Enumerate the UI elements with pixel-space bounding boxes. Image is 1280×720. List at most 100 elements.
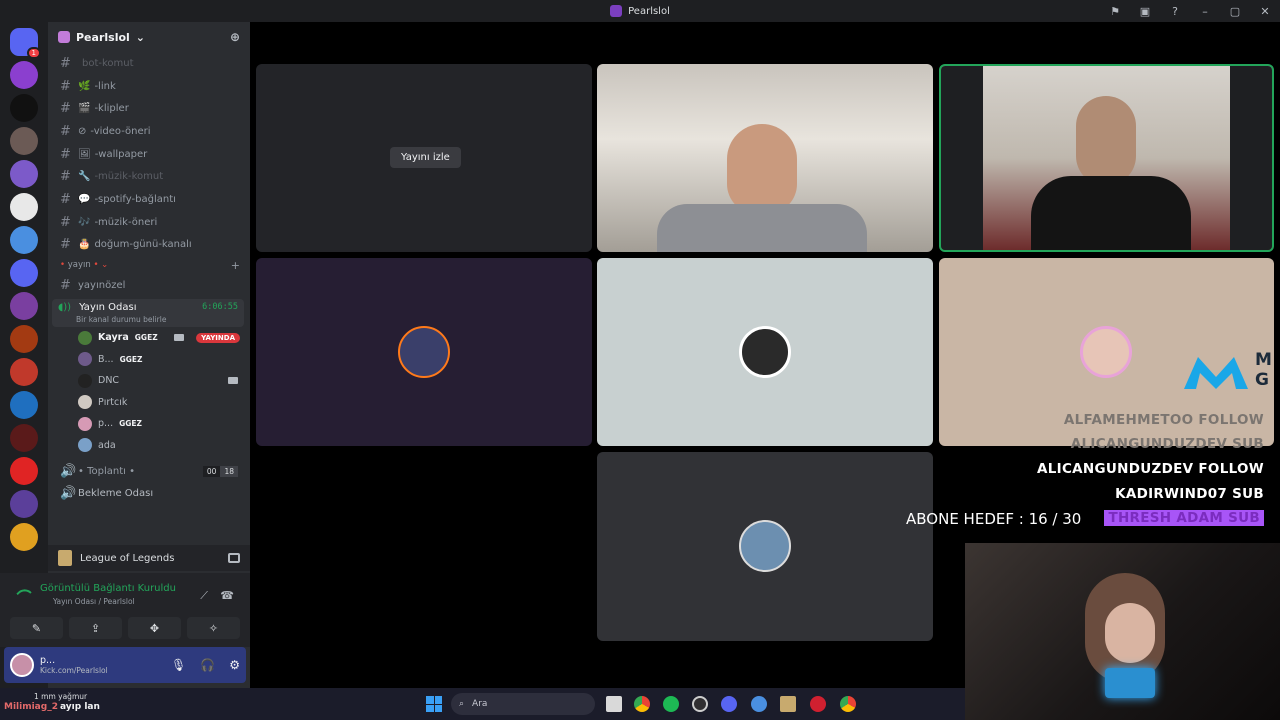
live-badge[interactable]: YAYINDA [196, 332, 240, 343]
channel-emoji: 🎬 [78, 103, 91, 115]
hash-icon: # [60, 169, 71, 185]
screen-icon[interactable]: ▣ [1130, 5, 1160, 18]
microphone-icon[interactable]: 🎙 [171, 658, 186, 672]
voice-user[interactable]: Pırtcık [48, 391, 250, 413]
voice-user-name: ada [98, 439, 116, 451]
text-channel[interactable]: # ⊘ -video-öneri [48, 120, 250, 143]
server-purple-icon[interactable] [10, 61, 38, 89]
channel-emoji: 🎂 [78, 239, 91, 251]
taskbar-search-input[interactable]: ⌕ Ara [451, 693, 595, 715]
server-relaxation-icon[interactable] [10, 424, 38, 452]
hash-icon: # [60, 191, 71, 207]
discord-home-icon[interactable]: 1 [10, 28, 41, 59]
activities-button[interactable]: ✥ [128, 617, 181, 639]
server-red-hair-icon[interactable] [10, 358, 38, 386]
watch-stream-button[interactable]: Yayını izle [390, 147, 461, 168]
server-r-icon[interactable] [10, 457, 38, 485]
chrome-alt-icon[interactable] [840, 696, 856, 712]
camera-off-button[interactable]: ✎ [10, 617, 63, 639]
avatar [78, 373, 92, 388]
server-neon-icon[interactable] [10, 391, 38, 419]
voice-tile-4[interactable] [597, 258, 933, 446]
guild-header[interactable]: Pearlslol ⌄ ⊕ [48, 22, 250, 52]
text-channel[interactable]: # bot-komut [48, 52, 250, 75]
close-button[interactable]: ✕ [1250, 5, 1280, 18]
text-channel[interactable]: # 🌿 -link [48, 75, 250, 98]
spotify-icon[interactable] [663, 696, 679, 712]
text-channel[interactable]: # 💬 -spotify-bağlantı [48, 188, 250, 211]
dot-icon: • [60, 260, 68, 271]
server-violet-icon[interactable] [10, 490, 38, 518]
chrome-icon[interactable] [634, 696, 650, 712]
help-icon[interactable]: ? [1160, 5, 1190, 18]
user-limit-badge: 00 18 [202, 465, 238, 477]
windows-start-icon[interactable] [426, 696, 442, 712]
channel-emoji: 🌿 [78, 80, 91, 92]
soundboard-button[interactable]: ✧ [187, 617, 240, 639]
text-channel[interactable]: # 🔧 -müzik-komut [48, 165, 250, 188]
add-member-icon[interactable]: ⊕ [230, 30, 240, 44]
settings-gear-icon[interactable]: ⚙ [229, 658, 240, 672]
text-channel[interactable]: # 🎶 -müzik-öneri [48, 211, 250, 234]
voice-user[interactable]: DNC [48, 370, 250, 392]
voice-tile-6[interactable] [597, 452, 933, 641]
voice-channel-bekleme[interactable]: 🔊 Bekleme Odası [48, 483, 250, 506]
app-icon[interactable] [751, 696, 767, 712]
minimize-button[interactable]: – [1190, 5, 1220, 18]
category-yayin[interactable]: • yayın • ⌄ + [48, 256, 250, 274]
inbox-icon[interactable]: ⚑ [1100, 5, 1130, 18]
voice-user[interactable]: p... GGEZ [48, 413, 250, 435]
server-discord-icon[interactable] [10, 259, 38, 287]
server-folder-icon[interactable] [10, 160, 38, 188]
sub-goal: ABONE HEDEF : 16 / 30 [906, 510, 1082, 528]
voice-user[interactable]: B... GGEZ [48, 348, 250, 370]
server-dark-icon[interactable] [10, 94, 38, 122]
screen-share-icon[interactable] [228, 553, 240, 563]
avatar[interactable] [10, 653, 34, 677]
server-anime-icon[interactable] [10, 292, 38, 320]
text-channel[interactable]: # 🖼 -wallpaper [48, 143, 250, 166]
voice-user[interactable]: ada [48, 434, 250, 456]
voice-user-list: Kayra GGEZ YAYINDA B... GGEZ DNC Pırtcık p... GG… [48, 327, 250, 456]
weather-text[interactable]: 1 mm yağmur [34, 692, 87, 701]
signal-icon[interactable] [16, 585, 32, 601]
obs-icon[interactable] [692, 696, 708, 712]
voice-status[interactable]: Bir kanal durumu belirle [58, 315, 238, 324]
video-tile-1[interactable] [597, 64, 933, 252]
hash-icon: # [60, 55, 71, 71]
text-channel[interactable]: # 🎬 -klipler [48, 97, 250, 120]
server-yellow-icon[interactable] [10, 523, 38, 551]
disconnect-icon[interactable]: ☎ [220, 589, 234, 602]
voice-connection-status[interactable]: Görüntülü Bağlantı Kuruldu [40, 583, 176, 594]
create-channel-icon[interactable]: + [231, 259, 240, 272]
channel-yayinozel[interactable]: # yayınözel [48, 274, 250, 297]
channel-label: -müzik-öneri [94, 216, 158, 228]
channel-list: # bot-komut # 🌿 -link # 🎬 -klipler # ⊘ -video-öner… [48, 52, 250, 256]
video-tile-2[interactable] [939, 64, 1274, 252]
voice-user-name: DNC [98, 375, 120, 387]
window-controls: ⚑ ▣ ? – ▢ ✕ [1100, 0, 1280, 22]
discord-icon[interactable] [721, 696, 737, 712]
league-client-icon[interactable] [780, 696, 796, 712]
voice-tile-3[interactable] [256, 258, 592, 446]
share-screen-button[interactable]: ⇪ [69, 617, 122, 639]
server-photo-icon[interactable] [10, 127, 38, 155]
file-explorer-icon[interactable] [606, 696, 622, 712]
app-red-icon[interactable] [810, 696, 826, 712]
server-bw-icon[interactable] [10, 193, 38, 221]
brand-logo-text: M G [1255, 350, 1272, 390]
voice-connection-channel: Yayın Odası / Pearlslol [53, 597, 135, 606]
server-fire-icon[interactable] [10, 325, 38, 353]
noise-suppression-icon[interactable]: ⟋ [200, 589, 208, 603]
headphones-icon[interactable]: 🎧 [200, 658, 215, 672]
text-channel[interactable]: # 🎂 doğum-günü-kanalı [48, 234, 250, 257]
voice-channel-toplanti[interactable]: 🔊 • Toplantı • 00 18 [48, 460, 250, 483]
channel-emoji: 🖼 [78, 148, 91, 160]
channel-emoji: ⊘ [78, 125, 87, 137]
voice-user[interactable]: Kayra GGEZ YAYINDA [48, 327, 250, 349]
server-blue-icon[interactable] [10, 226, 38, 254]
voice-channel-yayin-odasi[interactable]: ◖)) Yayın Odası 6:06:55 Bir kanal durumu… [52, 298, 244, 327]
activity-bar[interactable]: League of Legends [48, 545, 250, 571]
maximize-button[interactable]: ▢ [1220, 5, 1250, 18]
chat-user: Milimiag_2 [4, 702, 58, 712]
